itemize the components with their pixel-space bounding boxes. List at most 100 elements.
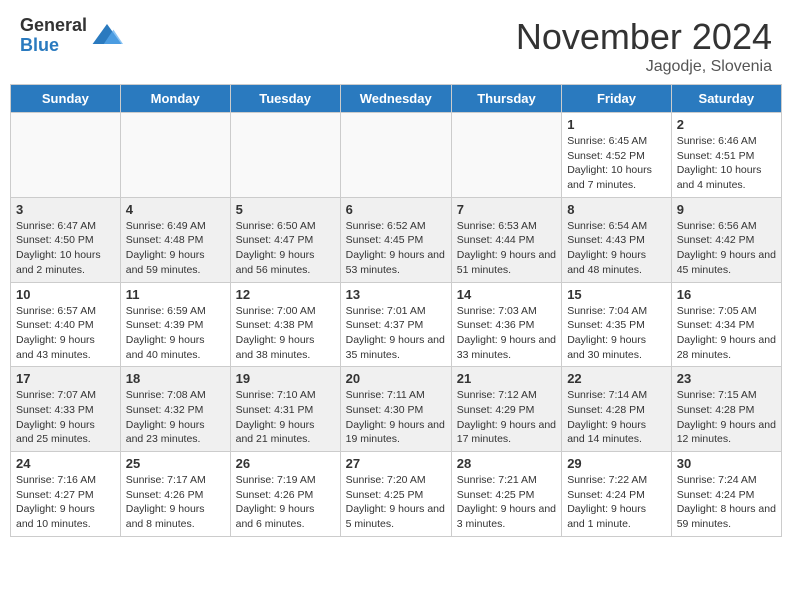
day-info: Sunrise: 7:22 AMSunset: 4:24 PMDaylight:… xyxy=(567,473,666,532)
day-number: 6 xyxy=(346,202,446,217)
day-info: Sunrise: 7:24 AMSunset: 4:24 PMDaylight:… xyxy=(677,473,776,532)
day-info: Sunrise: 6:49 AMSunset: 4:48 PMDaylight:… xyxy=(126,219,225,278)
week-row-3: 17 Sunrise: 7:07 AMSunset: 4:33 PMDayligh… xyxy=(11,367,782,452)
logo-blue: Blue xyxy=(20,36,87,56)
day-cell xyxy=(230,113,340,198)
day-cell: 24 Sunrise: 7:16 AMSunset: 4:27 PMDayligh… xyxy=(11,452,121,537)
day-number: 3 xyxy=(16,202,115,217)
header-tuesday: Tuesday xyxy=(230,85,340,113)
day-number: 17 xyxy=(16,371,115,386)
day-cell: 11 Sunrise: 6:59 AMSunset: 4:39 PMDayligh… xyxy=(120,282,230,367)
day-info: Sunrise: 7:00 AMSunset: 4:38 PMDaylight:… xyxy=(236,304,335,363)
month-title: November 2024 xyxy=(516,16,772,58)
day-info: Sunrise: 6:56 AMSunset: 4:42 PMDaylight:… xyxy=(677,219,776,278)
day-info: Sunrise: 7:04 AMSunset: 4:35 PMDaylight:… xyxy=(567,304,666,363)
day-cell: 30 Sunrise: 7:24 AMSunset: 4:24 PMDayligh… xyxy=(671,452,781,537)
day-cell: 18 Sunrise: 7:08 AMSunset: 4:32 PMDayligh… xyxy=(120,367,230,452)
day-number: 29 xyxy=(567,456,666,471)
day-cell xyxy=(120,113,230,198)
day-cell: 1 Sunrise: 6:45 AMSunset: 4:52 PMDaylight… xyxy=(562,113,672,198)
day-number: 20 xyxy=(346,371,446,386)
day-number: 28 xyxy=(457,456,556,471)
day-cell: 9 Sunrise: 6:56 AMSunset: 4:42 PMDaylight… xyxy=(671,197,781,282)
day-info: Sunrise: 7:01 AMSunset: 4:37 PMDaylight:… xyxy=(346,304,446,363)
day-info: Sunrise: 6:57 AMSunset: 4:40 PMDaylight:… xyxy=(16,304,115,363)
day-number: 8 xyxy=(567,202,666,217)
day-cell: 2 Sunrise: 6:46 AMSunset: 4:51 PMDaylight… xyxy=(671,113,781,198)
day-cell: 25Sunrise: 7:17 AMSunset: 4:26 PMDayligh… xyxy=(120,452,230,537)
day-cell: 19Sunrise: 7:10 AMSunset: 4:31 PMDayligh… xyxy=(230,367,340,452)
day-cell: 8Sunrise: 6:54 AMSunset: 4:43 PMDaylight… xyxy=(562,197,672,282)
day-cell: 7Sunrise: 6:53 AMSunset: 4:44 PMDaylight… xyxy=(451,197,561,282)
day-cell xyxy=(11,113,121,198)
day-info: Sunrise: 6:52 AMSunset: 4:45 PMDaylight:… xyxy=(346,219,446,278)
day-number: 15 xyxy=(567,287,666,302)
header-friday: Friday xyxy=(562,85,672,113)
day-number: 30 xyxy=(677,456,776,471)
day-info: Sunrise: 7:05 AMSunset: 4:34 PMDaylight:… xyxy=(677,304,776,363)
day-info: Sunrise: 7:12 AMSunset: 4:29 PMDaylight:… xyxy=(457,388,556,447)
day-info: Sunrise: 7:08 AMSunset: 4:32 PMDaylight:… xyxy=(126,388,225,447)
calendar-table: Sunday Monday Tuesday Wednesday Thursday… xyxy=(10,84,782,537)
day-number: 27 xyxy=(346,456,446,471)
day-number: 14 xyxy=(457,287,556,302)
logo-icon xyxy=(91,20,123,52)
page-header: General Blue November 2024 Jagodje, Slov… xyxy=(0,0,792,84)
day-number: 4 xyxy=(126,202,225,217)
header-wednesday: Wednesday xyxy=(340,85,451,113)
day-cell: 26Sunrise: 7:19 AMSunset: 4:26 PMDayligh… xyxy=(230,452,340,537)
day-number: 22 xyxy=(567,371,666,386)
logo: General Blue xyxy=(20,16,123,56)
day-number: 25 xyxy=(126,456,225,471)
header-thursday: Thursday xyxy=(451,85,561,113)
day-info: Sunrise: 7:20 AMSunset: 4:25 PMDaylight:… xyxy=(346,473,446,532)
day-cell xyxy=(451,113,561,198)
day-info: Sunrise: 6:50 AMSunset: 4:47 PMDaylight:… xyxy=(236,219,335,278)
day-number: 13 xyxy=(346,287,446,302)
day-cell: 13 Sunrise: 7:01 AMSunset: 4:37 PMDayligh… xyxy=(340,282,451,367)
day-info: Sunrise: 6:53 AMSunset: 4:44 PMDaylight:… xyxy=(457,219,556,278)
day-info: Sunrise: 7:16 AMSunset: 4:27 PMDaylight:… xyxy=(16,473,115,532)
day-cell: 20 Sunrise: 7:11 AMSunset: 4:30 PMDayligh… xyxy=(340,367,451,452)
day-number: 18 xyxy=(126,371,225,386)
day-cell: 15 Sunrise: 7:04 AMSunset: 4:35 PMDayligh… xyxy=(562,282,672,367)
day-number: 11 xyxy=(126,287,225,302)
day-cell: 29 Sunrise: 7:22 AMSunset: 4:24 PMDayligh… xyxy=(562,452,672,537)
day-cell: 3 Sunrise: 6:47 AMSunset: 4:50 PMDaylight… xyxy=(11,197,121,282)
day-cell: 17 Sunrise: 7:07 AMSunset: 4:33 PMDayligh… xyxy=(11,367,121,452)
day-cell: 6 Sunrise: 6:52 AMSunset: 4:45 PMDaylight… xyxy=(340,197,451,282)
week-row-4: 24 Sunrise: 7:16 AMSunset: 4:27 PMDayligh… xyxy=(11,452,782,537)
day-cell: 14 Sunrise: 7:03 AMSunset: 4:36 PMDayligh… xyxy=(451,282,561,367)
day-cell: 28 Sunrise: 7:21 AMSunset: 4:25 PMDayligh… xyxy=(451,452,561,537)
day-number: 24 xyxy=(16,456,115,471)
day-info: Sunrise: 6:59 AMSunset: 4:39 PMDaylight:… xyxy=(126,304,225,363)
day-number: 9 xyxy=(677,202,776,217)
day-number: 16 xyxy=(677,287,776,302)
day-info: Sunrise: 7:10 AMSunset: 4:31 PMDaylight:… xyxy=(236,388,335,447)
title-section: November 2024 Jagodje, Slovenia xyxy=(516,16,772,76)
day-info: Sunrise: 6:47 AMSunset: 4:50 PMDaylight:… xyxy=(16,219,115,278)
day-info: Sunrise: 7:11 AMSunset: 4:30 PMDaylight:… xyxy=(346,388,446,447)
day-info: Sunrise: 7:03 AMSunset: 4:36 PMDaylight:… xyxy=(457,304,556,363)
day-number: 1 xyxy=(567,117,666,132)
day-info: Sunrise: 7:21 AMSunset: 4:25 PMDaylight:… xyxy=(457,473,556,532)
day-cell: 21Sunrise: 7:12 AMSunset: 4:29 PMDayligh… xyxy=(451,367,561,452)
day-info: Sunrise: 7:07 AMSunset: 4:33 PMDaylight:… xyxy=(16,388,115,447)
day-cell xyxy=(340,113,451,198)
day-number: 23 xyxy=(677,371,776,386)
day-number: 5 xyxy=(236,202,335,217)
day-cell: 27 Sunrise: 7:20 AMSunset: 4:25 PMDayligh… xyxy=(340,452,451,537)
day-cell: 5 Sunrise: 6:50 AMSunset: 4:47 PMDaylight… xyxy=(230,197,340,282)
location: Jagodje, Slovenia xyxy=(516,58,772,76)
day-number: 10 xyxy=(16,287,115,302)
day-number: 2 xyxy=(677,117,776,132)
day-cell: 23Sunrise: 7:15 AMSunset: 4:28 PMDayligh… xyxy=(671,367,781,452)
header-saturday: Saturday xyxy=(671,85,781,113)
day-cell: 22Sunrise: 7:14 AMSunset: 4:28 PMDayligh… xyxy=(562,367,672,452)
day-cell: 12Sunrise: 7:00 AMSunset: 4:38 PMDayligh… xyxy=(230,282,340,367)
day-number: 26 xyxy=(236,456,335,471)
day-cell: 4 Sunrise: 6:49 AMSunset: 4:48 PMDaylight… xyxy=(120,197,230,282)
day-info: Sunrise: 6:46 AMSunset: 4:51 PMDaylight:… xyxy=(677,134,776,193)
day-info: Sunrise: 6:45 AMSunset: 4:52 PMDaylight:… xyxy=(567,134,666,193)
week-row-1: 3 Sunrise: 6:47 AMSunset: 4:50 PMDaylight… xyxy=(11,197,782,282)
